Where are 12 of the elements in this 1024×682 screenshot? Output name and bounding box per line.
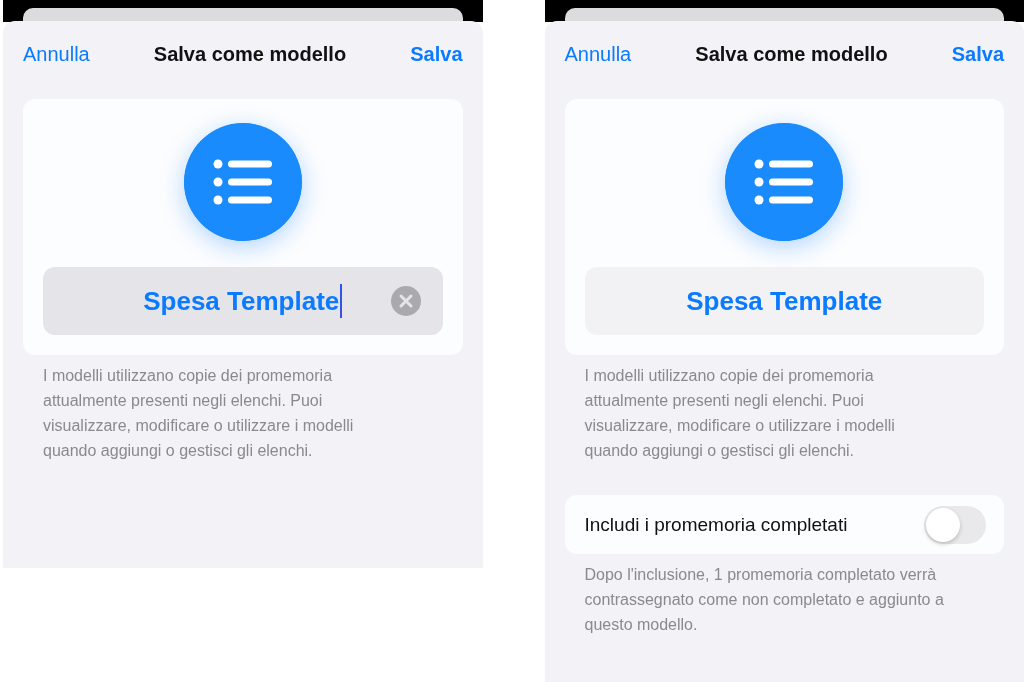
name-field[interactable]: Spesa Template — [43, 267, 443, 335]
name-field[interactable]: Spesa Template — [584, 267, 984, 335]
cancel-button[interactable]: Annulla — [23, 42, 90, 66]
sheet-title: Salva come modello — [695, 42, 888, 66]
sheet-title: Salva come modello — [153, 42, 347, 66]
option-note: Dopo l'inclusione, 1 promemoria completato verrà contrassegnato come non completato e aggiunto a questo modello. — [583, 565, 945, 635]
footnote: I modelli utilizzano copie dei promemoria attualmente presenti negli elenchi. Puoi visualizzare, modificare o utilizzare i modelli quando aggiungi o gestisci gli elenchi. — [583, 366, 896, 461]
option-label: Includi i promemoria completati — [584, 513, 848, 536]
footnote: I modelli utilizzano copie dei promemoria attualmente presenti negli elenchi. Puoi visualizzare, modificare o utilizzare i modelli quando aggiungi o gestisci gli elenchi. — [42, 366, 355, 461]
save-button[interactable]: Salva — [410, 42, 463, 66]
save-button[interactable]: Salva — [951, 42, 1004, 66]
cancel-button[interactable]: Annulla — [564, 42, 632, 66]
